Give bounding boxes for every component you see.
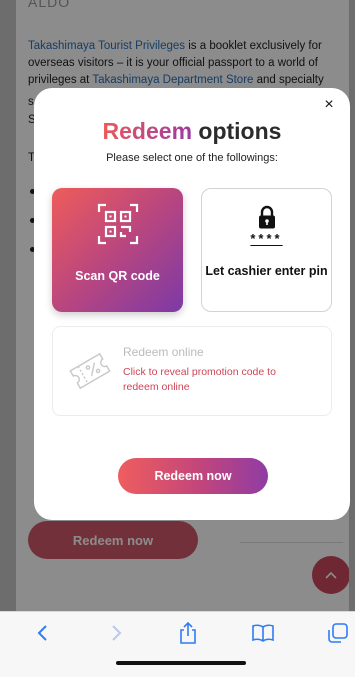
bookmarks-icon[interactable] [250,620,276,646]
tabs-icon[interactable] [325,620,351,646]
cashier-pin-option[interactable]: **** Let cashier enter pin [201,188,332,312]
home-indicator [116,661,246,665]
close-button[interactable]: × [322,96,336,113]
qr-code-icon [96,202,140,246]
pin-icon-group: **** [250,201,282,249]
share-icon[interactable] [175,620,201,646]
redeem-online-option[interactable]: Redeem online Click to reveal promotion … [52,326,332,416]
modal-title: Redeem options [34,118,350,145]
browser-toolbar [0,611,355,677]
redeem-online-title: Redeem online [123,345,204,359]
redeem-options-modal: × Redeem options Please select one of th… [34,88,350,520]
modal-title-accent: Redeem [102,118,193,144]
back-icon[interactable] [29,620,55,646]
lock-icon [258,205,275,228]
redeem-now-button[interactable]: Redeem now [118,458,268,494]
left-edge [0,0,16,677]
reveal-promo-link[interactable]: Click to reveal promotion code to redeem… [123,365,313,395]
cashier-pin-label: Let cashier enter pin [205,264,328,278]
scan-qr-label: Scan QR code [75,269,160,283]
modal-subtitle: Please select one of the followings: [106,152,278,164]
scan-qr-option[interactable]: Scan QR code [52,188,183,312]
forward-icon[interactable] [104,620,130,646]
modal-title-rest: options [192,118,282,144]
coupon-icon [67,351,113,396]
pin-mask: **** [250,230,283,246]
